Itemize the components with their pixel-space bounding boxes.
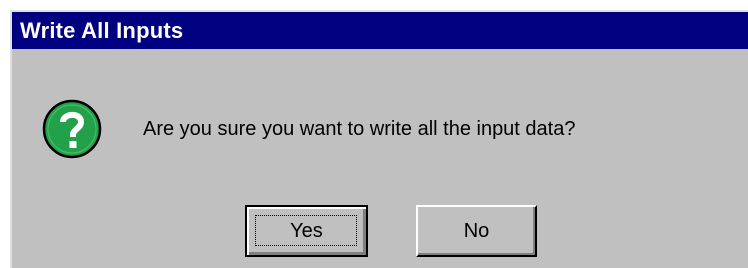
question-icon — [42, 99, 102, 159]
confirm-dialog: Write All Inputs Are you sure you want t… — [10, 10, 748, 268]
dialog-title: Write All Inputs — [20, 17, 184, 43]
no-button[interactable]: No — [416, 205, 537, 257]
yes-button[interactable]: Yes — [245, 205, 368, 257]
title-bar[interactable]: Write All Inputs — [12, 12, 748, 49]
no-button-label: No — [463, 219, 490, 242]
yes-button-label: Yes — [290, 219, 323, 242]
confirm-message: Are you sure you want to write all the i… — [143, 118, 576, 140]
